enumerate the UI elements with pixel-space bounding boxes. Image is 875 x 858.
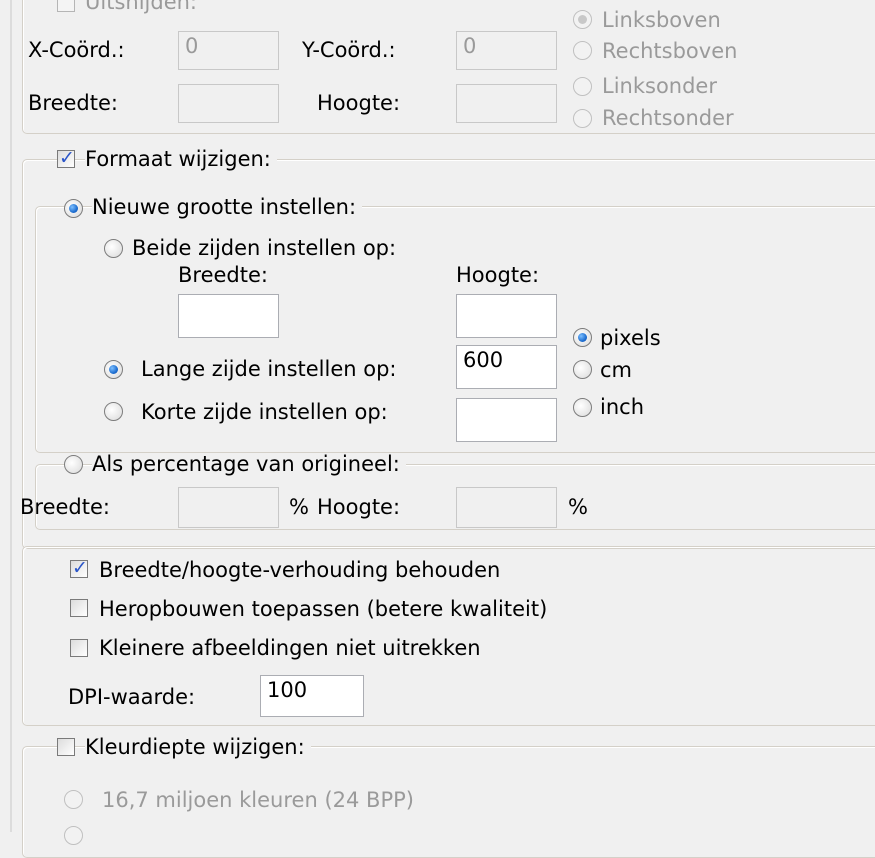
unit-cm-radio[interactable] (573, 360, 592, 379)
both-height-label: Hoogte: (456, 263, 540, 287)
resample-checkbox[interactable] (70, 599, 88, 617)
no-stretch-checkbox[interactable] (70, 639, 88, 657)
x-coord-label: X-Coörd.: (28, 38, 125, 62)
position-bottomright-radio[interactable] (573, 109, 592, 128)
new-size-label: Nieuwe grootte instellen: (92, 197, 363, 218)
dpi-input[interactable]: 100 (260, 675, 364, 717)
position-bottomleft-radio[interactable] (573, 77, 592, 96)
pct-width-input[interactable] (178, 487, 279, 528)
percentage-radio[interactable] (64, 455, 83, 474)
both-sides-radio[interactable] (104, 239, 123, 258)
short-side-input[interactable] (456, 398, 557, 442)
pct-height-symbol: % (568, 495, 588, 519)
both-width-input[interactable] (178, 294, 279, 338)
position-bottomright-label: Rechtsonder (602, 106, 734, 130)
pct-width-symbol: % (289, 495, 309, 519)
x-coord-input[interactable]: 0 (178, 31, 279, 70)
position-topleft-label: Linksboven (602, 8, 721, 32)
pct-height-label: Hoogte: (317, 495, 401, 519)
color-depth-checkbox[interactable] (57, 738, 75, 756)
both-width-label: Breedte: (178, 263, 268, 287)
crop-width-label: Breedte: (28, 91, 118, 115)
keep-ratio-checkbox[interactable] (70, 557, 88, 579)
left-panel-edge (0, 0, 10, 832)
unit-pixels-label: pixels (600, 326, 661, 350)
crop-group (22, 0, 875, 134)
pct-width-label: Breedte: (20, 495, 110, 519)
color-depth-label: Kleurdiepte wijzigen: (85, 737, 311, 758)
pct-height-input[interactable] (456, 487, 557, 528)
crop-height-label: Hoogte: (317, 91, 401, 115)
position-topright-label: Rechtsboven (602, 39, 738, 63)
crop-checkbox-label: Uitsnijden: (85, 0, 197, 13)
resize-checkbox[interactable] (57, 147, 75, 169)
position-bottomleft-label: Linksonder (602, 74, 717, 98)
unit-inch-radio[interactable] (573, 398, 592, 417)
long-side-input[interactable]: 600 (456, 345, 557, 389)
position-topright-radio[interactable] (573, 41, 592, 60)
color-next-radio[interactable] (64, 826, 83, 845)
unit-pixels-radio[interactable] (573, 328, 592, 347)
unit-cm-label: cm (600, 358, 633, 382)
short-side-radio[interactable] (104, 402, 123, 421)
resize-checkbox-label: Formaat wijzigen: (85, 149, 277, 170)
no-stretch-label: Kleinere afbeeldingen niet uitrekken (99, 636, 481, 660)
long-side-radio[interactable] (104, 360, 123, 379)
percentage-label: Als percentage van origineel: (92, 454, 406, 475)
new-size-radio[interactable] (64, 199, 83, 218)
resample-label: Heropbouwen toepassen (betere kwaliteit) (99, 597, 548, 621)
y-coord-label: Y-Coörd.: (302, 38, 396, 62)
long-side-label: Lange zijde instellen op: (141, 357, 397, 381)
both-height-input[interactable] (456, 294, 557, 338)
position-topleft-radio[interactable] (573, 10, 592, 29)
crop-width-input[interactable] (178, 84, 279, 123)
crop-height-input[interactable] (456, 84, 557, 123)
dpi-label: DPI-waarde: (68, 685, 196, 709)
y-coord-input[interactable]: 0 (456, 31, 557, 70)
both-sides-label: Beide zijden instellen op: (132, 236, 397, 260)
unit-inch-label: inch (600, 395, 644, 419)
crop-checkbox[interactable] (57, 0, 75, 12)
color-24bpp-radio[interactable] (64, 790, 83, 809)
short-side-label: Korte zijde instellen op: (141, 400, 388, 424)
keep-ratio-label: Breedte/hoogte-verhouding behouden (99, 558, 501, 582)
left-panel-divider (10, 0, 12, 832)
color-24bpp-label: 16,7 miljoen kleuren (24 BPP) (102, 788, 414, 812)
